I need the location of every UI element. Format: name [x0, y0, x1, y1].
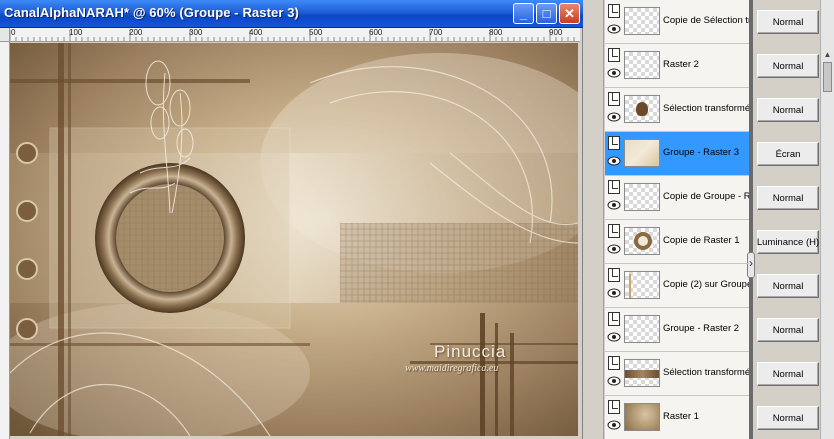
layer-row[interactable]: Groupe - Raster 2 Normal: [584, 308, 834, 352]
minimize-button[interactable]: _: [513, 3, 534, 24]
layer-visibility-icon[interactable]: [608, 268, 620, 282]
layer-thumbnail[interactable]: [624, 403, 660, 431]
eye-icon[interactable]: [607, 112, 621, 122]
layer-name[interactable]: Groupe - Raster 3: [663, 147, 749, 158]
eye-icon[interactable]: [607, 156, 621, 166]
layer-row[interactable]: Copie de Raster 1 Luminance (H): [584, 220, 834, 264]
watermark-url: www.maidiregrafica.eu: [405, 363, 499, 374]
ruler-label: 400: [249, 28, 263, 37]
layer-thumbnail[interactable]: [624, 359, 660, 387]
watermark-name: Pinuccia: [434, 342, 507, 361]
blend-mode-button[interactable]: Normal: [757, 54, 819, 78]
layer-thumbnail[interactable]: [624, 183, 660, 211]
layer-visibility-icon[interactable]: [608, 180, 620, 194]
layer-name[interactable]: Copie de Raster 1: [663, 235, 749, 246]
layer-visibility-icon[interactable]: [608, 356, 620, 370]
eye-icon[interactable]: [607, 68, 621, 78]
layer-thumbnail[interactable]: [624, 315, 660, 343]
layer-row[interactable]: Copie de Groupe - R Normal: [584, 176, 834, 220]
close-button[interactable]: ✕: [559, 3, 580, 24]
layer-name[interactable]: Groupe - Raster 2: [663, 323, 749, 334]
canvas-artwork: [10, 43, 578, 436]
layer-visibility-icon[interactable]: [608, 48, 620, 62]
blend-mode-button[interactable]: Normal: [757, 10, 819, 34]
blend-mode-button[interactable]: Normal: [757, 362, 819, 386]
ruler-label: 700: [429, 28, 443, 37]
eye-icon[interactable]: [607, 332, 621, 342]
layer-row[interactable]: Copie (2) sur Groupe Normal: [584, 264, 834, 308]
ruler-label: 500: [309, 28, 323, 37]
ruler-label: 200: [129, 28, 143, 37]
layer-name[interactable]: Raster 2: [663, 59, 749, 70]
layer-row[interactable]: Copie de Sélection tr Normal: [584, 0, 834, 44]
eye-icon[interactable]: [607, 420, 621, 430]
layer-row[interactable]: Sélection transformé Normal: [584, 88, 834, 132]
blend-mode-button[interactable]: Normal: [757, 98, 819, 122]
app-root: CanalAlphaNARAH* @ 60% (Groupe - Raster …: [0, 0, 834, 439]
blend-mode-button[interactable]: Écran: [757, 142, 819, 166]
eye-icon[interactable]: [607, 288, 621, 298]
layer-name[interactable]: Copie (2) sur Groupe: [663, 279, 749, 290]
eye-icon[interactable]: [607, 244, 621, 254]
ruler-label: 0: [11, 28, 16, 37]
blend-mode-button[interactable]: Normal: [757, 186, 819, 210]
layer-name[interactable]: Sélection transformé: [663, 103, 749, 114]
layer-name[interactable]: Raster 1: [663, 411, 749, 422]
blend-mode-button[interactable]: Normal: [757, 274, 819, 298]
layer-thumbnail[interactable]: [624, 7, 660, 35]
horizontal-ruler: 0 100 200 300 400 500 600 700 800 900: [10, 28, 580, 42]
layer-visibility-icon[interactable]: [608, 4, 620, 18]
blend-mode-button[interactable]: Normal: [757, 406, 819, 430]
vertical-ruler: [0, 42, 10, 439]
layer-visibility-icon[interactable]: [608, 312, 620, 326]
image-window-titlebar[interactable]: CanalAlphaNARAH* @ 60% (Groupe - Raster …: [0, 0, 583, 28]
eye-icon[interactable]: [607, 200, 621, 210]
layer-row[interactable]: Raster 2 Normal: [584, 44, 834, 88]
image-canvas[interactable]: Pinuccia www.maidiregrafica.eu: [10, 43, 578, 436]
layer-thumbnail[interactable]: [624, 139, 660, 167]
layer-row[interactable]: Groupe - Raster 3 Écran: [584, 132, 834, 176]
layer-visibility-icon[interactable]: [608, 136, 620, 150]
layer-thumbnail[interactable]: [624, 51, 660, 79]
layer-thumbnail[interactable]: [624, 95, 660, 123]
layer-thumbnail[interactable]: [624, 227, 660, 255]
layer-thumbnail[interactable]: [624, 271, 660, 299]
blend-mode-button[interactable]: Normal: [757, 318, 819, 342]
layer-name[interactable]: Copie de Sélection tr: [663, 15, 749, 26]
image-window[interactable]: CanalAlphaNARAH* @ 60% (Groupe - Raster …: [0, 0, 583, 439]
layer-name[interactable]: Sélection transformé: [663, 367, 749, 378]
ruler-label: 600: [369, 28, 383, 37]
eye-icon[interactable]: [607, 376, 621, 386]
ruler-label: 900: [549, 28, 563, 37]
ruler-label: 300: [189, 28, 203, 37]
ruler-label: 800: [489, 28, 503, 37]
layers-palette[interactable]: ▲ Copie de Sélection trNormalRaster 2Nor…: [584, 0, 834, 439]
ruler-corner: [0, 28, 10, 42]
layer-visibility-icon[interactable]: [608, 224, 620, 238]
maximize-button[interactable]: □: [536, 3, 557, 24]
layer-name[interactable]: Copie de Groupe - R: [663, 191, 749, 202]
layer-row[interactable]: Raster 1 Normal: [584, 396, 834, 439]
layer-row[interactable]: Sélection transformé Normal: [584, 352, 834, 396]
layer-visibility-icon[interactable]: [608, 92, 620, 106]
blend-mode-button[interactable]: Luminance (H): [757, 230, 819, 254]
ruler-label: 100: [69, 28, 83, 37]
layer-visibility-icon[interactable]: [608, 400, 620, 414]
image-window-title: CanalAlphaNARAH* @ 60% (Groupe - Raster …: [4, 5, 299, 20]
eye-icon[interactable]: [607, 24, 621, 34]
